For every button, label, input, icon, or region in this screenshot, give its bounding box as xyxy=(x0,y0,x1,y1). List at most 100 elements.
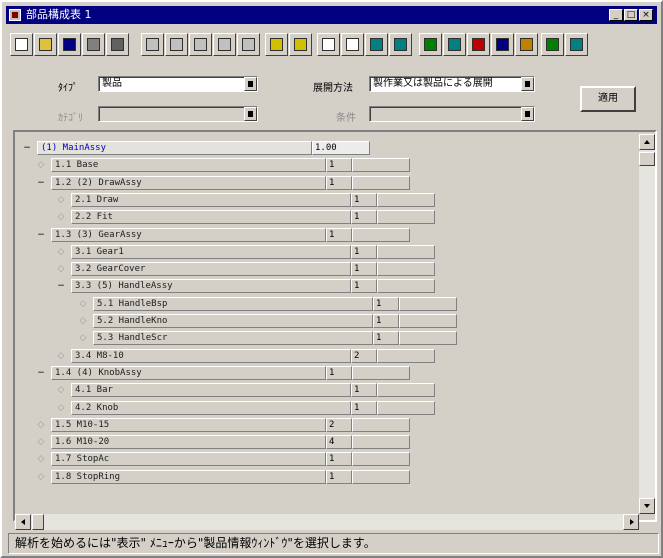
expand-method-dropdown-arrow-icon[interactable] xyxy=(521,77,534,91)
list-view-button[interactable] xyxy=(317,33,340,56)
scroll-right-icon[interactable] xyxy=(623,514,639,530)
tree-row[interactable]: ◇ 4.2 Knob 1 xyxy=(15,400,635,416)
title-bar[interactable]: 部品構成表 1 _ □ × xyxy=(6,6,657,24)
part-quantity[interactable]: 1 xyxy=(326,452,352,467)
part-quantity[interactable]: 1 xyxy=(326,158,352,173)
part-name[interactable]: 3.2 GearCover xyxy=(71,262,351,277)
part-name[interactable]: 1.4 (4) KnobAssy xyxy=(51,365,326,380)
help-button[interactable] xyxy=(541,33,564,56)
part-quantity[interactable]: 1 xyxy=(326,227,352,242)
part-quantity[interactable]: 1 xyxy=(373,314,399,328)
tree-row[interactable]: ◇ 2.1 Draw 1 xyxy=(15,192,635,208)
part-name[interactable]: 2.1 Draw xyxy=(71,192,351,207)
part-extra-cell[interactable] xyxy=(352,435,410,450)
open-folder-button[interactable] xyxy=(34,33,57,56)
vertical-scrollbar[interactable] xyxy=(639,134,655,514)
color-button[interactable] xyxy=(467,33,490,56)
import-button[interactable] xyxy=(389,33,412,56)
part-quantity[interactable]: 1 xyxy=(351,279,377,294)
collapse-node-icon[interactable]: − xyxy=(36,178,46,188)
apply-button[interactable]: 適用 xyxy=(580,86,636,112)
part-quantity[interactable]: 1 xyxy=(351,244,377,259)
collapse-node-icon[interactable]: − xyxy=(56,281,66,291)
part-quantity[interactable]: 4 xyxy=(326,435,352,450)
part-extra-cell[interactable] xyxy=(352,227,410,242)
tree-row[interactable]: ◇ 1.8 StopRing 1 xyxy=(15,469,635,485)
export-button[interactable] xyxy=(365,33,388,56)
part-extra-cell[interactable] xyxy=(377,262,435,277)
part-quantity[interactable]: 1 xyxy=(326,175,352,190)
vertical-scroll-thumb[interactable] xyxy=(639,152,655,166)
part-name[interactable]: (1) MainAssy xyxy=(37,141,312,155)
tree-row[interactable]: −1.2 (2) DrawAssy 1 xyxy=(15,175,635,191)
part-name[interactable]: 1.6 M10-20 xyxy=(51,435,326,450)
part-name[interactable]: 2.2 Fit xyxy=(71,210,351,225)
part-quantity[interactable]: 1 xyxy=(326,365,352,380)
close-button[interactable]: × xyxy=(639,9,653,21)
undo-button[interactable] xyxy=(141,33,164,56)
part-name[interactable]: 1.8 StopRing xyxy=(51,469,326,484)
part-extra-cell[interactable] xyxy=(352,175,410,190)
part-extra-cell[interactable] xyxy=(399,296,457,311)
part-name[interactable]: 3.4 M8-10 xyxy=(71,348,351,363)
part-quantity[interactable]: 1 xyxy=(373,331,399,346)
tree-row[interactable]: − (1) MainAssy 1.00 xyxy=(15,141,635,156)
horizontal-scrollbar[interactable] xyxy=(15,514,639,530)
bom-tree[interactable]: − (1) MainAssy 1.00 ◇ 1.1 Base 1−1.2 (2) Draw… xyxy=(13,130,657,522)
condition-select[interactable] xyxy=(369,106,535,122)
chart-button[interactable] xyxy=(491,33,514,56)
category-dropdown-arrow-icon[interactable] xyxy=(244,107,257,121)
part-name[interactable]: 5.2 HandleKno xyxy=(93,314,373,328)
part-quantity[interactable]: 1 xyxy=(326,469,352,484)
part-quantity[interactable]: 1 xyxy=(351,383,377,398)
part-extra-cell[interactable] xyxy=(399,331,457,346)
type-dropdown-arrow-icon[interactable] xyxy=(244,77,257,91)
maximize-button[interactable]: □ xyxy=(624,9,638,21)
part-extra-cell[interactable] xyxy=(352,452,410,467)
tree-expand-button[interactable] xyxy=(443,33,466,56)
part-name[interactable]: 1.5 M10-15 xyxy=(51,417,326,432)
part-quantity[interactable]: 1 xyxy=(351,192,377,207)
minimize-button[interactable]: _ xyxy=(609,9,623,21)
tree-row[interactable]: ◇ 1.1 Base 1 xyxy=(15,158,635,173)
tree-row[interactable]: ◇ 4.1 Bar 1 xyxy=(15,383,635,398)
horizontal-scroll-thumb[interactable] xyxy=(32,514,44,530)
tree-row[interactable]: ◇ 5.1 HandleBsp 1 xyxy=(15,296,635,312)
tree-row[interactable]: ◇ 1.6 M10-20 4 xyxy=(15,435,635,450)
tree-row[interactable]: ◇ 3.2 GearCover 1 xyxy=(15,262,635,277)
part-quantity[interactable]: 2 xyxy=(351,348,377,363)
cut-button[interactable] xyxy=(165,33,188,56)
tree-row[interactable]: ◇ 5.3 HandleScr 1 xyxy=(15,331,635,346)
part-extra-cell[interactable] xyxy=(399,314,457,328)
part-quantity[interactable]: 1 xyxy=(373,296,399,311)
expand-method-select[interactable]: 製作業又は製品による展開 xyxy=(369,76,535,92)
tree-button[interactable] xyxy=(419,33,442,56)
part-quantity[interactable]: 1 xyxy=(351,262,377,277)
part-extra-cell[interactable] xyxy=(377,400,435,415)
part-quantity[interactable]: 2 xyxy=(326,417,352,432)
collapse-node-icon[interactable]: − xyxy=(22,143,32,153)
tree-row[interactable]: ◇ 1.7 StopAc 1 xyxy=(15,452,635,467)
save-button[interactable] xyxy=(58,33,81,56)
part-name[interactable]: 3.3 (5) HandleAssy xyxy=(71,279,351,294)
scroll-up-icon[interactable] xyxy=(639,134,655,150)
part-quantity[interactable]: 1 xyxy=(351,400,377,415)
part-name[interactable]: 4.1 Bar xyxy=(71,383,351,398)
filter-button[interactable] xyxy=(265,33,288,56)
tree-row[interactable]: ◇ 2.2 Fit 1 xyxy=(15,210,635,225)
category-select[interactable] xyxy=(98,106,258,122)
print-button[interactable] xyxy=(106,33,129,56)
part-extra-cell[interactable] xyxy=(377,279,435,294)
tree-row[interactable]: −3.3 (5) HandleAssy 1 xyxy=(15,279,635,294)
collapse-node-icon[interactable]: − xyxy=(36,368,46,378)
part-name[interactable]: 3.1 Gear1 xyxy=(71,244,351,259)
tree-row[interactable]: ◇ 3.1 Gear1 1 xyxy=(15,244,635,260)
print-preview-button[interactable] xyxy=(82,33,105,56)
tree-row[interactable]: −1.3 (3) GearAssy 1 xyxy=(15,227,635,243)
filter-edit-button[interactable] xyxy=(289,33,312,56)
part-name[interactable]: 1.1 Base xyxy=(51,158,326,173)
new-button[interactable] xyxy=(10,33,33,56)
collapse-node-icon[interactable]: − xyxy=(36,230,46,240)
part-name[interactable]: 4.2 Knob xyxy=(71,400,351,415)
scroll-left-icon[interactable] xyxy=(15,514,31,530)
